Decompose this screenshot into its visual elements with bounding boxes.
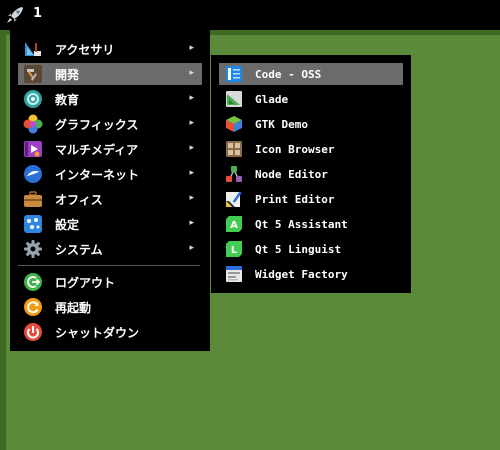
submenu-item-label: Print Editor: [255, 192, 335, 206]
menu-item-system[interactable]: システム ▸: [18, 238, 202, 260]
submenu-item-label: Glade: [255, 92, 289, 106]
settings-icon: [24, 215, 42, 233]
glade-icon: [226, 91, 242, 107]
chevron-right-icon: ▸: [189, 93, 194, 103]
chevron-right-icon: ▸: [189, 168, 194, 178]
reboot-button[interactable]: 再起動: [18, 296, 202, 318]
chevron-right-icon: ▸: [189, 143, 194, 153]
icon-browser-icon: [226, 141, 242, 157]
widget-factory-icon: [226, 266, 242, 282]
submenu-item-code-oss[interactable]: Code - OSS: [219, 63, 403, 85]
menu-separator: [18, 265, 200, 266]
submenu-item-qt-assistant[interactable]: A Qt 5 Assistant: [219, 213, 403, 235]
menu-item-office[interactable]: オフィス ▸: [18, 188, 202, 210]
chevron-right-icon: ▸: [189, 43, 194, 53]
menu-item-label: マルチメディア: [55, 142, 139, 157]
internet-icon: [24, 165, 42, 183]
submenu-item-glade[interactable]: Glade: [219, 88, 403, 110]
menu-item-development[interactable]: 開発 ▸: [18, 63, 202, 85]
menu-item-graphics[interactable]: グラフィックス ▸: [18, 113, 202, 135]
menu-item-label: インターネット: [55, 167, 140, 182]
submenu-item-label: Code - OSS: [255, 67, 322, 81]
qt-linguist-icon: L: [226, 241, 242, 257]
shutdown-button[interactable]: シャットダウン: [18, 321, 202, 343]
shutdown-icon: [24, 323, 42, 341]
menu-item-label: オフィス: [55, 192, 103, 207]
menu-item-label: シャットダウン: [55, 325, 140, 340]
chevron-right-icon: ▸: [189, 218, 194, 228]
submenu-item-qt-linguist[interactable]: L Qt 5 Linguist: [219, 238, 403, 260]
workspace-number[interactable]: 1: [33, 6, 42, 21]
svg-text:A: A: [230, 220, 238, 231]
code-oss-icon: [226, 66, 242, 82]
print-editor-icon: [226, 191, 242, 207]
qt-assistant-icon: A: [226, 216, 242, 232]
development-icon: [24, 65, 42, 83]
submenu-item-label: Qt 5 Linguist: [255, 242, 342, 256]
desktop-left-edge: [0, 30, 6, 450]
menu-item-label: 設定: [55, 217, 80, 232]
submenu-item-node-editor[interactable]: Node Editor: [219, 163, 403, 185]
graphics-icon: [23, 114, 43, 134]
submenu-item-label: Widget Factory: [255, 267, 348, 281]
submenu-item-widget-factory[interactable]: Widget Factory: [219, 263, 403, 285]
submenu-item-label: Node Editor: [255, 167, 328, 181]
education-icon: [24, 90, 42, 108]
submenu-item-icon-browser[interactable]: Icon Browser: [219, 138, 403, 160]
application-menu: アクセサリ ▸ 開発 ▸ 教育 ▸ グラフィックス ▸ マルチメディア ▸ イン…: [10, 30, 210, 351]
logout-button[interactable]: ログアウト: [18, 271, 202, 293]
submenu-item-label: GTK Demo: [255, 117, 308, 131]
office-icon: [24, 191, 42, 207]
reboot-icon: [24, 298, 42, 316]
submenu-item-label: Qt 5 Assistant: [255, 217, 348, 231]
taskbar: 1: [0, 0, 500, 30]
chevron-right-icon: ▸: [189, 193, 194, 203]
submenu-item-print-editor[interactable]: Print Editor: [219, 188, 403, 210]
submenu-item-gtk-demo[interactable]: GTK Demo: [219, 113, 403, 135]
development-submenu: Code - OSS Glade GTK Demo Icon Browser N…: [211, 55, 411, 293]
menu-item-label: ログアウト: [55, 275, 116, 290]
chevron-right-icon: ▸: [189, 68, 194, 78]
chevron-right-icon: ▸: [189, 243, 194, 253]
menu-item-multimedia[interactable]: マルチメディア ▸: [18, 138, 202, 160]
menu-item-education[interactable]: 教育 ▸: [18, 88, 202, 110]
svg-text:L: L: [231, 245, 238, 256]
rocket-icon[interactable]: [4, 4, 26, 26]
menu-item-label: 開発: [55, 67, 80, 82]
menu-item-label: システム: [55, 242, 103, 257]
accessories-icon: [25, 42, 41, 56]
menu-item-accessories[interactable]: アクセサリ ▸: [18, 38, 202, 60]
menu-item-label: グラフィックス: [55, 117, 139, 132]
menu-item-label: アクセサリ: [55, 42, 115, 57]
menu-item-settings[interactable]: 設定 ▸: [18, 213, 202, 235]
menu-item-internet[interactable]: インターネット ▸: [18, 163, 202, 185]
multimedia-icon: [24, 141, 42, 157]
system-gear-icon: [24, 240, 42, 258]
node-editor-icon: [226, 166, 242, 182]
chevron-right-icon: ▸: [189, 118, 194, 128]
logout-icon: [24, 273, 42, 291]
menu-item-label: 再起動: [55, 300, 92, 315]
submenu-item-label: Icon Browser: [255, 142, 335, 156]
gtk-demo-icon: [226, 116, 242, 132]
menu-item-label: 教育: [55, 92, 80, 107]
